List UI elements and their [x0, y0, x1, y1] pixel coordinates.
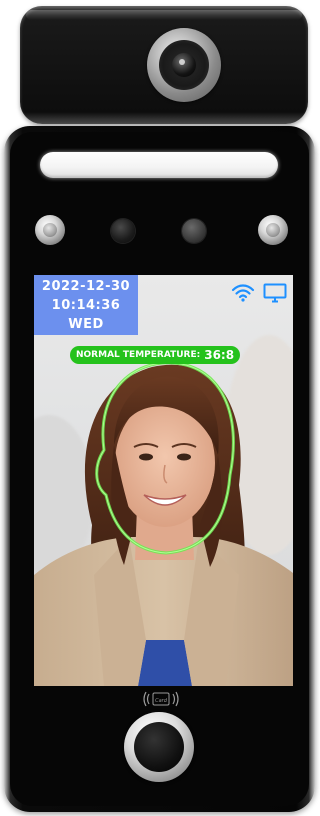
date-text: 2022-12-30 [41, 279, 131, 294]
wifi-icon [231, 284, 255, 302]
temperature-badge: NORMAL TEMPERATURE: 36:8 [70, 346, 241, 364]
datetime-panel: 2022-12-30 10:14:36 WED [34, 275, 138, 335]
monitor-icon [263, 283, 287, 303]
card-reader-icon: Card [143, 691, 179, 707]
ir-camera-sensor [111, 219, 135, 243]
fingerprint-sensor-button[interactable] [124, 712, 194, 782]
temperature-label: NORMAL TEMPERATURE: [76, 350, 201, 360]
display-screen: 2022-12-30 10:14:36 WED NORMAL TEMPERATU… [34, 275, 293, 686]
fill-light-bar [40, 152, 278, 178]
weekday-text: WED [68, 317, 104, 332]
card-label: Card [155, 698, 168, 704]
left-infrared-led [35, 215, 65, 245]
light-sensor [182, 219, 206, 243]
time-text: 10:14:36 [51, 298, 121, 313]
temperature-value: 36:8 [204, 348, 235, 362]
right-infrared-led [258, 215, 288, 245]
camera-lens [147, 28, 221, 102]
user-face-image [34, 361, 293, 686]
camera-module [20, 6, 308, 124]
device: 2022-12-30 10:14:36 WED NORMAL TEMPERATU… [0, 0, 319, 816]
status-bar [231, 283, 287, 303]
